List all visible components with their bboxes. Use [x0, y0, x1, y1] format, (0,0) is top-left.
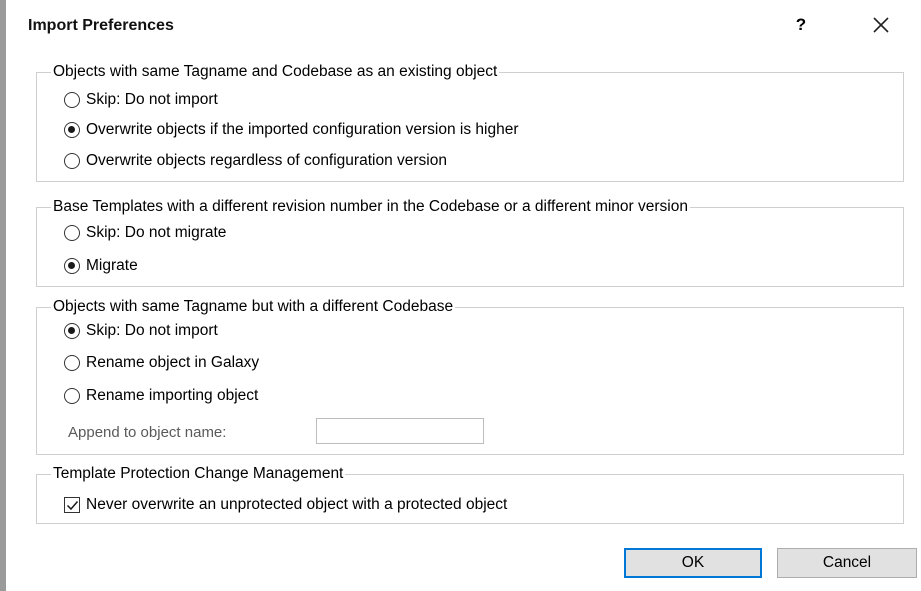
radio-button[interactable] [64, 153, 80, 169]
radio-option-label: Overwrite objects regardless of configur… [86, 152, 447, 169]
ok-button[interactable]: OK [624, 548, 762, 578]
group-base-templates-legend: Base Templates with a different revision… [51, 198, 690, 216]
append-to-name-label: Append to object name: [68, 424, 227, 441]
radio-button[interactable] [64, 323, 80, 339]
help-button[interactable]: ? [789, 12, 813, 38]
group-base-templates: Base Templates with a different revision… [36, 198, 904, 287]
radio-option-label: Rename object in Galaxy [86, 354, 260, 371]
checkbox-label: Never overwrite an unprotected object wi… [86, 496, 508, 513]
radio-option-skip-import[interactable]: Skip: Do not import [64, 89, 218, 111]
append-to-name-input[interactable] [316, 418, 484, 444]
radio-option-label: Skip: Do not import [86, 322, 218, 339]
radio-button[interactable] [64, 388, 80, 404]
radio-button[interactable] [64, 225, 80, 241]
radio-option-label: Skip: Do not import [86, 91, 218, 108]
radio-button[interactable] [64, 258, 80, 274]
radio-option-label: Overwrite objects if the imported config… [86, 121, 519, 138]
radio-option-migrate[interactable]: Migrate [64, 255, 138, 277]
radio-button[interactable] [64, 122, 80, 138]
radio-option-rename-in-galaxy[interactable]: Rename object in Galaxy [64, 352, 259, 374]
radio-option-label: Migrate [86, 257, 138, 274]
radio-option-skip-import-codebase[interactable]: Skip: Do not import [64, 320, 218, 342]
radio-option-rename-importing[interactable]: Rename importing object [64, 385, 258, 407]
cancel-button[interactable]: Cancel [777, 548, 917, 578]
group-different-codebase-legend: Objects with same Tagname but with a dif… [51, 298, 456, 316]
close-icon [873, 17, 889, 33]
checkbox[interactable] [64, 497, 80, 513]
radio-option-label: Rename importing object [86, 387, 259, 404]
group-template-protection-legend: Template Protection Change Management [51, 465, 346, 483]
close-button[interactable] [868, 12, 894, 38]
group-same-tagname-codebase-legend: Objects with same Tagname and Codebase a… [51, 63, 500, 81]
checkmark-icon [66, 500, 78, 510]
radio-button[interactable] [64, 92, 80, 108]
title-bar: Import Preferences ? [6, 0, 921, 50]
radio-option-skip-migrate[interactable]: Skip: Do not migrate [64, 222, 226, 244]
dialog-title: Import Preferences [28, 17, 174, 34]
window-left-edge [0, 0, 6, 591]
radio-button[interactable] [64, 355, 80, 371]
checkbox-option-never-overwrite[interactable]: Never overwrite an unprotected object wi… [64, 494, 507, 516]
radio-option-overwrite-regardless[interactable]: Overwrite objects regardless of configur… [64, 150, 447, 172]
radio-option-overwrite-if-higher[interactable]: Overwrite objects if the imported config… [64, 119, 518, 141]
radio-option-label: Skip: Do not migrate [86, 224, 227, 241]
